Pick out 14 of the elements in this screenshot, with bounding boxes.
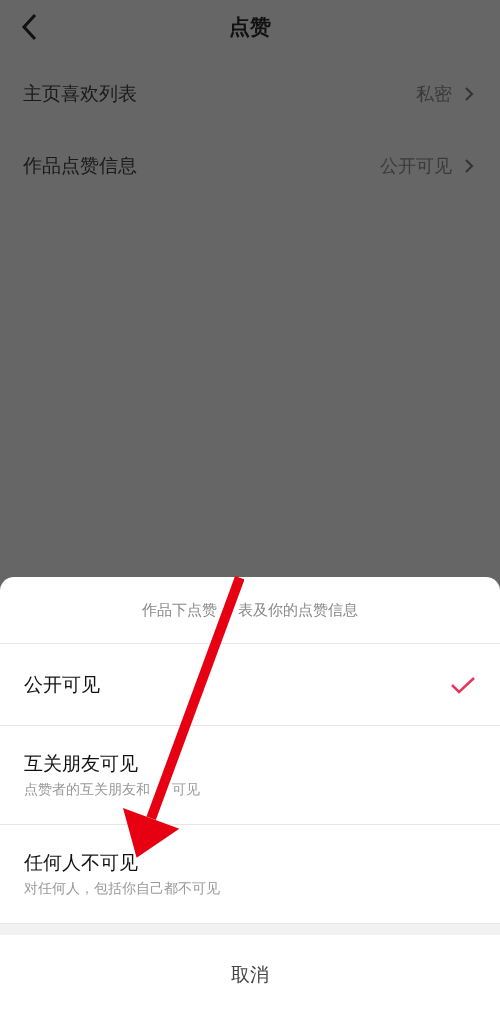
option-description: 可见 (172, 781, 201, 799)
setting-label: 作品点赞信息 (23, 153, 138, 178)
sheet-title: 表及你的点赞信息 (238, 600, 358, 620)
setting-label: 主页喜欢列表 (23, 81, 138, 106)
option-label: 公开可见 (24, 671, 101, 697)
option-description: 对任何人，包括你自己都不可见 (24, 880, 220, 898)
chevron-icon[interactable] (464, 158, 474, 174)
page-title: 点赞 (229, 14, 271, 41)
option-label: 互关朋友可见 (24, 751, 139, 776)
option-description: 点赞者的互关朋友和 (24, 781, 150, 799)
sheet-title: 作品下点赞 (142, 600, 217, 620)
check-icon (450, 674, 476, 695)
option-label: 任何人不可见 (24, 850, 139, 875)
chevron-icon[interactable] (464, 86, 474, 102)
